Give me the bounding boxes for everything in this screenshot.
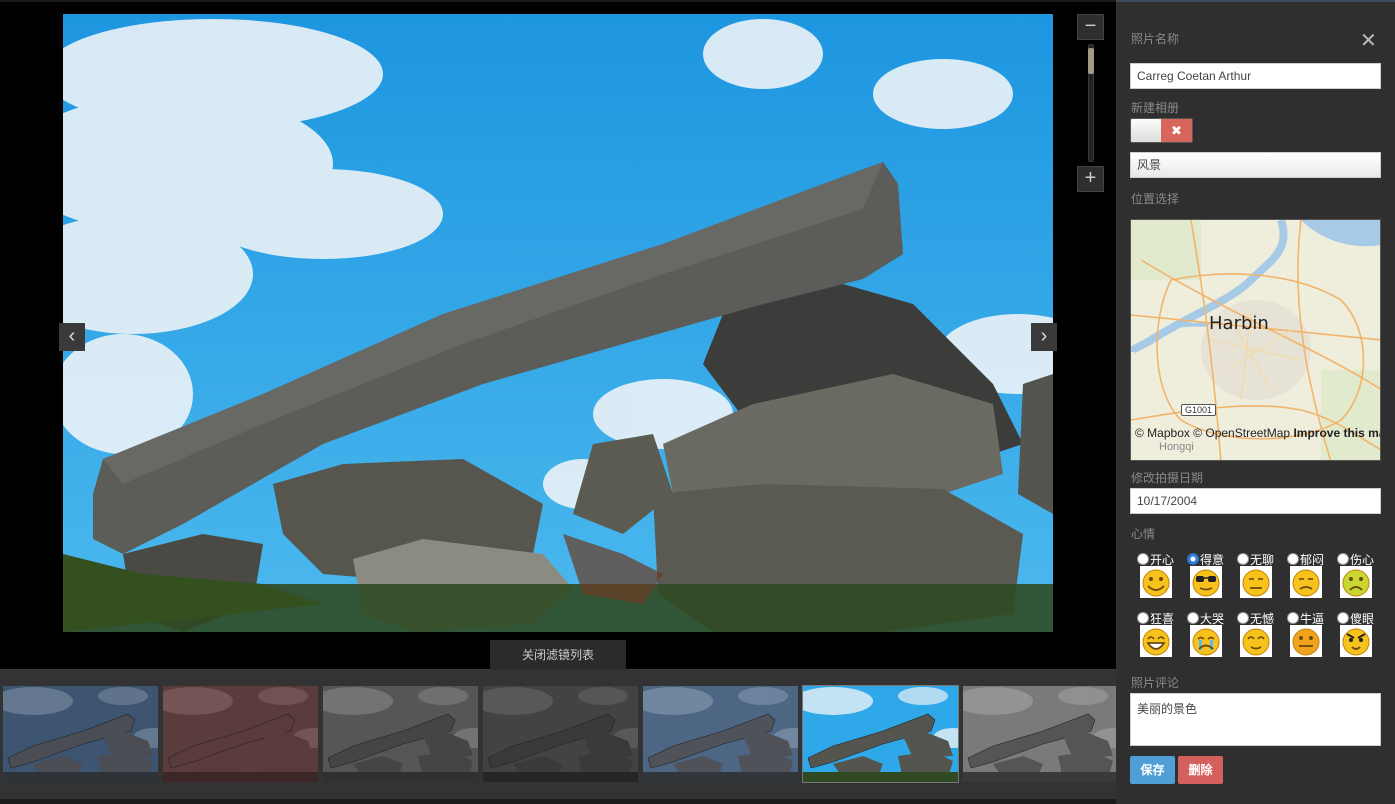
- map-attribution-text: © Mapbox © OpenStreetMap: [1135, 426, 1291, 440]
- location-map[interactable]: Harbin G1001 Hongqi © Mapbox © OpenStree…: [1130, 219, 1381, 461]
- mood-radio[interactable]: [1137, 553, 1149, 565]
- mood-option[interactable]: 无憾: [1237, 610, 1277, 662]
- bottom-bar: [0, 799, 1116, 804]
- zoom-control: − +: [1077, 14, 1104, 192]
- filter-thumbnail-blue-dark[interactable]: [3, 686, 158, 782]
- map-road-shield: G1001: [1181, 404, 1217, 416]
- filter-thumbnail-original[interactable]: [802, 685, 959, 783]
- filter-list: [0, 669, 1118, 799]
- mood-option[interactable]: 狂喜: [1137, 610, 1177, 662]
- mood-option[interactable]: 开心: [1137, 551, 1177, 603]
- filter-thumbnail-blue-muted[interactable]: [643, 686, 798, 782]
- previous-photo-button[interactable]: ‹: [59, 323, 85, 351]
- mood-option[interactable]: 大哭: [1187, 610, 1227, 662]
- next-photo-button[interactable]: ›: [1031, 323, 1057, 351]
- stunned-emoticon-icon[interactable]: [1340, 625, 1372, 657]
- mood-option[interactable]: 牛逼: [1287, 610, 1327, 662]
- mood-option[interactable]: 傻眼: [1337, 610, 1377, 662]
- mood-option[interactable]: 得意: [1187, 551, 1227, 603]
- photo-name-input[interactable]: [1130, 63, 1381, 89]
- filter-thumbnail-grayscale-dark[interactable]: [483, 686, 638, 782]
- mood-radio[interactable]: [1287, 553, 1299, 565]
- toggle-off-icon: ✖: [1161, 119, 1192, 142]
- close-icon[interactable]: ✕: [1360, 28, 1377, 53]
- improve-map-link[interactable]: Improve this map: [1293, 426, 1380, 440]
- filter-thumbnail-grayscale-light[interactable]: [963, 686, 1118, 782]
- mood-label: 心情: [1131, 527, 1156, 541]
- mood-radio[interactable]: [1337, 612, 1349, 624]
- map-city-label: Harbin: [1209, 313, 1269, 334]
- bored-emoticon-icon[interactable]: [1240, 566, 1272, 598]
- comment-label: 照片评论: [1131, 676, 1180, 690]
- photo-date-input[interactable]: [1130, 488, 1381, 514]
- happy-emoticon-icon[interactable]: [1140, 566, 1172, 598]
- minus-icon: −: [1084, 15, 1097, 37]
- filter-thumbnail-grayscale[interactable]: [323, 686, 478, 782]
- ecstatic-emoticon-icon[interactable]: [1140, 625, 1172, 657]
- zoom-out-button[interactable]: −: [1077, 14, 1104, 40]
- crying-emoticon-icon[interactable]: [1190, 625, 1222, 657]
- mood-option[interactable]: 无聊: [1237, 551, 1277, 603]
- mood-radio[interactable]: [1187, 553, 1199, 565]
- awesome-emoticon-icon[interactable]: [1290, 625, 1322, 657]
- new-album-toggle[interactable]: ✖: [1130, 118, 1193, 143]
- mood-radio[interactable]: [1187, 612, 1199, 624]
- save-button[interactable]: 保存: [1130, 756, 1175, 784]
- main-photo[interactable]: [63, 14, 1053, 632]
- content-emoticon-icon[interactable]: [1240, 625, 1272, 657]
- mood-radio[interactable]: [1287, 612, 1299, 624]
- chevron-right-icon: ›: [1040, 325, 1048, 347]
- photo-name-label: 照片名称: [1131, 32, 1180, 46]
- comment-textarea[interactable]: 美丽的景色: [1130, 693, 1381, 746]
- sad-emoticon-icon[interactable]: [1340, 566, 1372, 598]
- filter-thumbnail-red-dark[interactable]: [163, 686, 318, 782]
- mood-radio[interactable]: [1237, 553, 1249, 565]
- map-attribution: © Mapbox © OpenStreetMap Improve this ma…: [1135, 426, 1380, 440]
- photo-viewer: ‹ › − +: [0, 0, 1116, 668]
- zoom-slider-track[interactable]: [1088, 44, 1094, 162]
- gloomy-emoticon-icon[interactable]: [1290, 566, 1322, 598]
- new-album-label: 新建相册: [1131, 101, 1180, 115]
- date-label: 修改拍摄日期: [1131, 471, 1204, 485]
- mood-option[interactable]: 伤心: [1337, 551, 1377, 603]
- mood-radio[interactable]: [1137, 612, 1149, 624]
- zoom-in-button[interactable]: +: [1077, 166, 1104, 192]
- photo-details-panel: ✕ 照片名称 新建相册 ✖ 风景 位置选择: [1116, 0, 1395, 804]
- close-filter-list-button[interactable]: 关闭滤镜列表: [490, 640, 626, 670]
- cool-sunglasses-emoticon-icon[interactable]: [1190, 566, 1222, 598]
- chevron-left-icon: ‹: [68, 325, 76, 347]
- mood-radio[interactable]: [1237, 612, 1249, 624]
- delete-button[interactable]: 删除: [1178, 756, 1223, 784]
- toggle-knob: [1131, 119, 1161, 142]
- mood-option[interactable]: 郁闷: [1287, 551, 1327, 603]
- mood-radio[interactable]: [1337, 553, 1349, 565]
- map-district-label: Hongqi: [1159, 441, 1194, 453]
- location-label: 位置选择: [1131, 192, 1180, 206]
- zoom-slider-handle[interactable]: [1088, 48, 1094, 74]
- album-select[interactable]: 风景: [1130, 152, 1381, 178]
- plus-icon: +: [1084, 167, 1097, 189]
